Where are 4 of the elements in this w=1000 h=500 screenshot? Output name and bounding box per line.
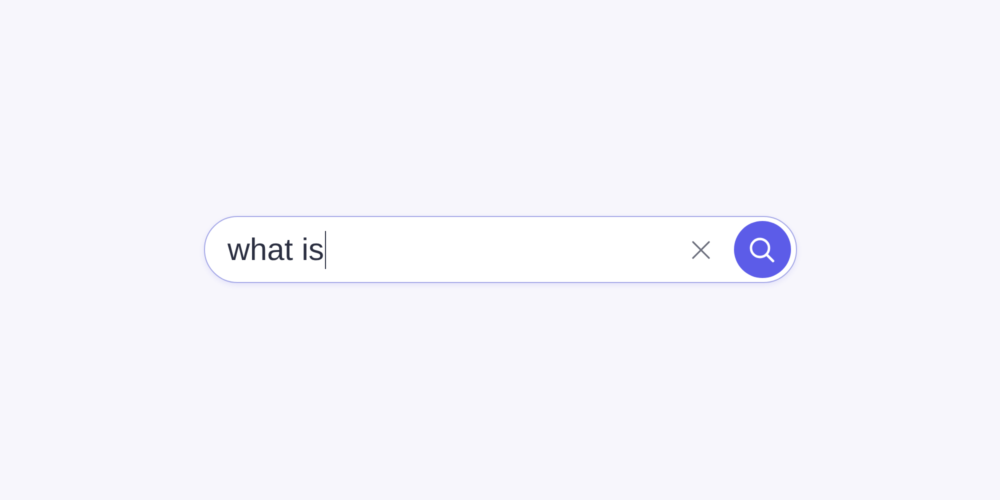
search-icon bbox=[748, 236, 776, 264]
search-field[interactable]: what is bbox=[228, 228, 686, 272]
search-button[interactable] bbox=[734, 221, 790, 278]
close-icon bbox=[690, 240, 710, 260]
